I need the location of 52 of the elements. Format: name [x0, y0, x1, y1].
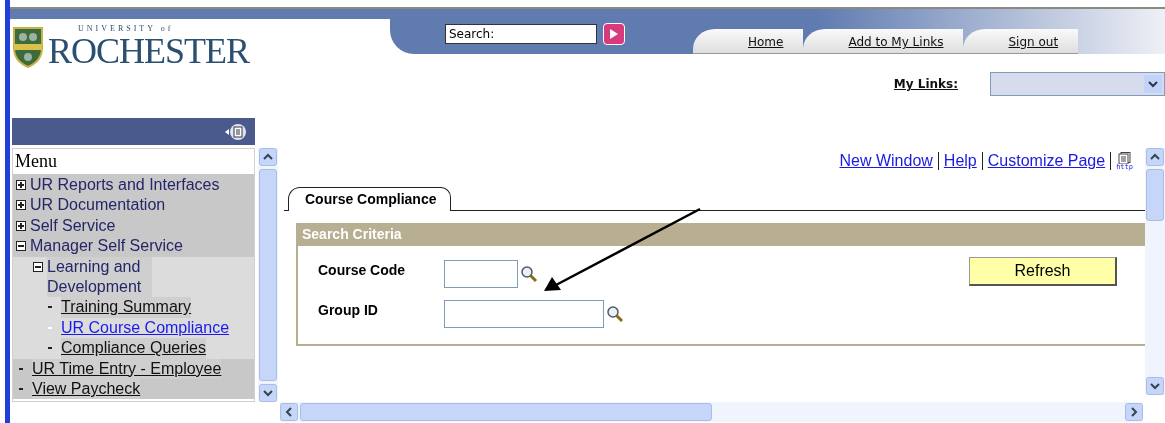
scrollbar[interactable] — [258, 148, 278, 402]
my-links-link[interactable]: My Links: — [893, 77, 958, 91]
plus-box-icon[interactable] — [16, 220, 26, 231]
toolbar-link[interactable]: New Window — [839, 152, 933, 170]
shield-icon — [12, 26, 44, 68]
scroll-thumb[interactable] — [259, 169, 277, 381]
horizontal-scrollbar[interactable] — [280, 402, 1143, 422]
scroll-up-icon[interactable] — [1146, 148, 1164, 166]
menu-link[interactable]: Training Summary — [61, 297, 192, 318]
menu-folder[interactable]: Self Service — [30, 215, 116, 237]
menu-link[interactable]: UR Time Entry - Employee — [32, 358, 222, 380]
menu-link[interactable]: UR Course Compliance — [61, 317, 230, 339]
caret-icon — [1148, 80, 1158, 88]
toolbar-link[interactable]: Customize Page — [987, 152, 1106, 170]
field-label: Course Code — [318, 261, 407, 278]
toolbar-link[interactable]: Help — [943, 152, 977, 170]
scrollbar[interactable] — [1145, 148, 1165, 395]
menu-folder[interactable]: Learning and Development — [47, 256, 152, 298]
plus-box-icon[interactable] — [16, 180, 26, 190]
collapse-icon[interactable] — [225, 122, 247, 141]
search-icon[interactable] — [606, 305, 624, 323]
search-field[interactable]: Search: — [445, 24, 597, 44]
refresh-button[interactable]: Refresh — [969, 257, 1117, 286]
minus-box-icon[interactable] — [16, 241, 26, 252]
document-icon — [1117, 151, 1132, 164]
scroll-left-icon[interactable] — [280, 403, 298, 421]
scroll-thumb[interactable] — [1146, 169, 1164, 221]
minus-box-icon[interactable] — [33, 261, 43, 272]
plus-box-icon[interactable] — [16, 200, 26, 211]
logo-tagline: UNIVERSITY of — [77, 25, 175, 33]
input-field[interactable] — [444, 300, 604, 328]
scroll-right-icon[interactable] — [1125, 403, 1143, 421]
scroll-down-icon[interactable] — [259, 384, 277, 402]
play-icon — [610, 29, 618, 39]
scroll-up-icon[interactable] — [259, 148, 277, 166]
scroll-down-icon[interactable] — [1146, 377, 1164, 395]
nav-link[interactable]: Add to My Links — [803, 29, 964, 54]
menu-folder[interactable]: UR Reports and Interfaces — [30, 175, 220, 196]
scroll-thumb[interactable] — [300, 403, 712, 421]
nav-link[interactable]: Home — [693, 29, 804, 54]
search-icon[interactable] — [520, 265, 538, 283]
input-field[interactable] — [444, 260, 518, 288]
menu-link[interactable]: View Paycheck — [32, 379, 141, 400]
tab[interactable]: Course Compliance — [288, 187, 452, 211]
search-go-button[interactable] — [603, 23, 625, 45]
menu-link[interactable]: Compliance Queries — [61, 338, 206, 359]
menu-folder[interactable]: Manager Self Service — [30, 236, 183, 257]
menu-folder[interactable]: UR Documentation — [30, 195, 166, 216]
logo-wordmark: ROCHESTER — [48, 33, 250, 69]
field-label: Group ID — [318, 301, 379, 318]
nav-link[interactable]: Sign out — [963, 29, 1079, 54]
group-title: Search Criteria — [298, 223, 1145, 246]
